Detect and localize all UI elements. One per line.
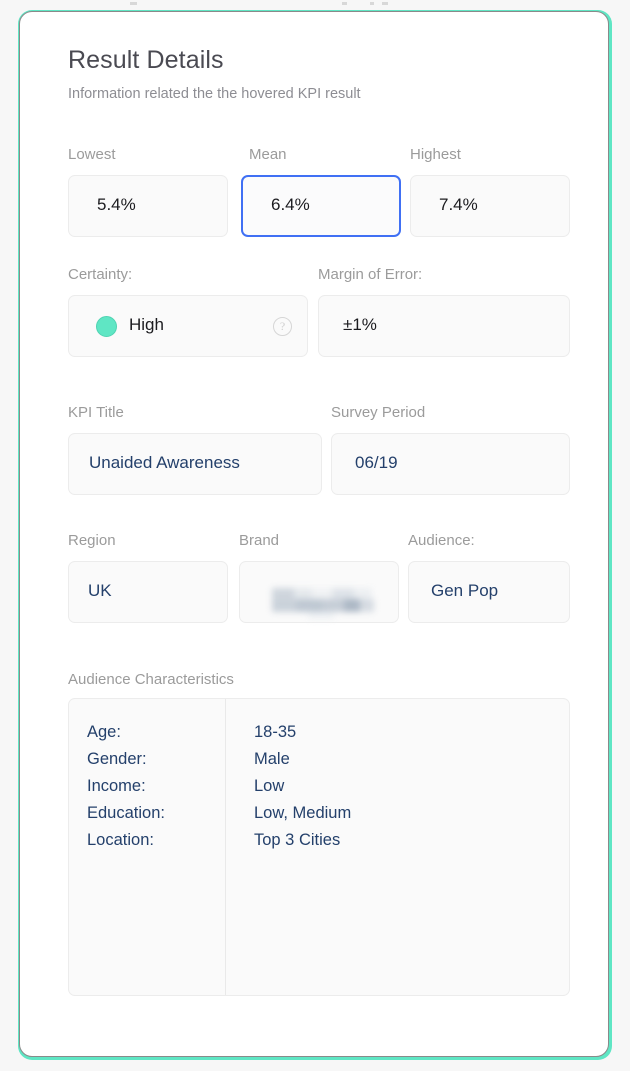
characteristic-value: Low, Medium <box>254 804 352 822</box>
audience-characteristics-label: Audience Characteristics <box>68 671 234 688</box>
table-row: Gender: Male <box>69 750 569 777</box>
characteristic-value: 18-35 <box>254 723 297 741</box>
audience-characteristics-box: Age: 18-35 Gender: Male Income: Low Educ… <box>68 698 570 996</box>
audience-value-box[interactable]: Gen Pop <box>408 561 570 623</box>
page-title: Result Details <box>68 46 224 74</box>
characteristic-value: Top 3 Cities <box>254 831 341 849</box>
certainty-status-dot-icon <box>96 316 117 337</box>
result-details-card: Result Details Information related the t… <box>19 11 609 1057</box>
highest-value-box[interactable]: 7.4% <box>410 175 570 237</box>
region-value: UK <box>88 581 112 600</box>
highest-label: Highest <box>410 146 461 163</box>
mean-label: Mean <box>249 146 287 163</box>
lowest-label: Lowest <box>68 146 116 163</box>
kpi-title-value: Unaided Awareness <box>89 453 240 472</box>
characteristic-key: Location: <box>87 831 154 849</box>
margin-of-error-value-box[interactable]: ±1% <box>318 295 570 357</box>
survey-period-value-box[interactable]: 06/19 <box>331 433 570 495</box>
page-subtitle: Information related the the hovered KPI … <box>68 86 361 102</box>
lowest-value: 5.4% <box>97 195 136 214</box>
table-row: Income: Low <box>69 777 569 804</box>
survey-period-label: Survey Period <box>331 404 426 421</box>
characteristic-key: Gender: <box>87 750 147 768</box>
mean-value: 6.4% <box>271 195 310 214</box>
margin-of-error-label: Margin of Error: <box>318 266 423 283</box>
audience-value: Gen Pop <box>431 581 499 600</box>
result-details-page: Result Details Information related the t… <box>0 0 630 1071</box>
characteristic-value: Male <box>254 750 290 768</box>
survey-period-value: 06/19 <box>355 453 398 472</box>
margin-of-error-value: ±1% <box>343 315 377 334</box>
characteristic-key: Age: <box>87 723 121 741</box>
highest-value: 7.4% <box>439 195 478 214</box>
characteristic-key: Education: <box>87 804 165 822</box>
table-row: Age: 18-35 <box>69 723 569 750</box>
certainty-value-box[interactable]: High ? <box>68 295 308 357</box>
characteristic-value: Low <box>254 777 285 795</box>
region-value-box[interactable]: UK <box>68 561 228 623</box>
kpi-title-value-box[interactable]: Unaided Awareness <box>68 433 322 495</box>
lowest-value-box[interactable]: 5.4% <box>68 175 228 237</box>
kpi-title-label: KPI Title <box>68 404 124 421</box>
question-mark-icon[interactable]: ? <box>273 317 292 336</box>
audience-label: Audience: <box>408 532 475 549</box>
table-row: Education: Low, Medium <box>69 804 569 831</box>
certainty-value: High <box>129 315 164 334</box>
mean-value-box[interactable]: 6.4% <box>241 175 401 237</box>
brand-value-box[interactable] <box>239 561 399 623</box>
brand-label: Brand <box>239 532 280 549</box>
brand-value-redacted <box>272 584 378 619</box>
characteristic-key: Income: <box>87 777 146 795</box>
clipped-content-above-card <box>0 0 630 9</box>
certainty-label: Certainty: <box>68 266 133 283</box>
table-row: Location: Top 3 Cities <box>69 831 569 858</box>
region-label: Region <box>68 532 116 549</box>
